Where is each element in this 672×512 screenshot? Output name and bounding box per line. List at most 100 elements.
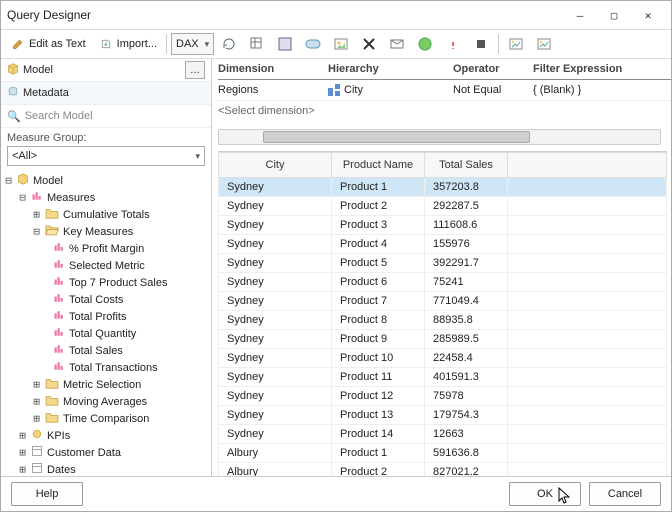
cell-product: Product 13 (332, 406, 425, 425)
cell-city: Sydney (219, 178, 332, 197)
table-row[interactable]: SydneyProduct 4155976 (219, 235, 667, 254)
cancel-button[interactable]: Cancel (589, 482, 661, 506)
table-row[interactable]: SydneyProduct 675241 (219, 273, 667, 292)
search-model[interactable]: 🔍 Search Model (1, 105, 211, 128)
table-row[interactable]: SydneyProduct 3111608.6 (219, 216, 667, 235)
toolbar-action-1[interactable] (216, 32, 242, 56)
minimize-button[interactable]: — (563, 5, 597, 25)
toolbar-view-1[interactable] (503, 32, 529, 56)
kpi-icon (31, 428, 43, 443)
collapse-icon[interactable]: ⊟ (17, 191, 28, 204)
filter-operator[interactable]: Not Equal (453, 84, 533, 96)
tree-item[interactable]: KPIs (46, 430, 70, 442)
filter-expression[interactable]: { (Blank) } (533, 84, 671, 96)
measure-group-select[interactable]: <All> ▾ (7, 146, 205, 166)
model-row[interactable]: Model … (1, 59, 211, 82)
cell-product: Product 10 (332, 349, 425, 368)
toolbar-delete[interactable] (356, 32, 382, 56)
table-row[interactable]: SydneyProduct 1357203.8 (219, 178, 667, 197)
toolbar-view-2[interactable] (531, 32, 557, 56)
tree-item[interactable]: Key Measures (62, 226, 133, 238)
table-row[interactable]: SydneyProduct 1022458.4 (219, 349, 667, 368)
tree-item[interactable]: Dates (46, 464, 76, 476)
folder-icon (45, 378, 59, 392)
table-row[interactable]: SydneyProduct 9285989.5 (219, 330, 667, 349)
expand-icon[interactable]: ⊞ (17, 446, 28, 459)
tree-item[interactable]: Metric Selection (62, 379, 141, 391)
play-icon (417, 36, 433, 52)
tree-item[interactable]: Moving Averages (62, 396, 147, 408)
ok-button[interactable]: OK (509, 482, 581, 506)
table-icon (31, 462, 43, 476)
cell-sales: 401591.3 (425, 368, 508, 387)
toolbar-action-6[interactable] (384, 32, 410, 56)
filter-hierarchy[interactable]: City (328, 84, 453, 96)
toolbar-run[interactable] (412, 32, 438, 56)
tree-leaf[interactable]: Total Profits (1, 308, 211, 325)
tree-item[interactable]: Time Comparison (62, 413, 149, 425)
cell-city: Sydney (219, 235, 332, 254)
toolbar-stop[interactable] (468, 32, 494, 56)
expand-icon[interactable]: ⊞ (31, 412, 42, 425)
tree-leaf[interactable]: Total Transactions (1, 359, 211, 376)
chevron-down-icon: ▾ (205, 39, 210, 50)
expand-icon[interactable]: ⊞ (31, 208, 42, 221)
table-row[interactable]: AlburyProduct 1591636.8 (219, 444, 667, 463)
expand-icon[interactable]: ⊞ (31, 378, 42, 391)
col-city[interactable]: City (219, 153, 332, 178)
model-tree[interactable]: ⊟ Model ⊟ Measures ⊞ Cumulative Totals (1, 170, 211, 476)
metadata-row[interactable]: Metadata (1, 82, 211, 105)
table-row[interactable]: SydneyProduct 11401591.3 (219, 368, 667, 387)
table-row[interactable]: SydneyProduct 1412663 (219, 425, 667, 444)
table-row[interactable]: SydneyProduct 5392291.7 (219, 254, 667, 273)
expand-icon[interactable]: ⊞ (31, 395, 42, 408)
image-icon (333, 36, 349, 52)
tree-leaf[interactable]: Top 7 Product Sales (1, 274, 211, 291)
help-button[interactable]: Help (11, 482, 83, 506)
expand-icon[interactable]: ⊞ (17, 429, 28, 442)
cell-city: Sydney (219, 425, 332, 444)
table-row[interactable]: SydneyProduct 2292287.5 (219, 197, 667, 216)
expand-icon[interactable]: ⊞ (17, 463, 28, 476)
toolbar-action-5[interactable] (328, 32, 354, 56)
table-icon (31, 445, 43, 460)
maximize-button[interactable]: ▢ (597, 5, 631, 25)
tree-leaf[interactable]: Total Quantity (1, 325, 211, 342)
col-product[interactable]: Product Name (332, 153, 425, 178)
toolbar-action-2[interactable] (244, 32, 270, 56)
import-icon (98, 36, 114, 52)
tree-item[interactable]: Cumulative Totals (62, 209, 150, 221)
edit-as-text-button[interactable]: Edit as Text (5, 32, 91, 56)
language-select[interactable]: DAX ▾ (171, 33, 214, 55)
measure-icon (53, 241, 65, 256)
cell-sales: 22458.4 (425, 349, 508, 368)
toolbar-action-4[interactable] (300, 32, 326, 56)
tree-item[interactable]: Customer Data (46, 447, 121, 459)
toolbar-warn[interactable] (440, 32, 466, 56)
table-row[interactable]: SydneyProduct 888935.8 (219, 311, 667, 330)
collapse-icon[interactable]: ⊟ (3, 174, 14, 187)
cell-city: Sydney (219, 330, 332, 349)
collapse-icon[interactable]: ⊟ (31, 225, 42, 238)
col-sales[interactable]: Total Sales (425, 153, 508, 178)
toolbar-action-3[interactable] (272, 32, 298, 56)
filter-row[interactable]: Regions City Not Equal { (Blank) } (218, 80, 671, 101)
table-row[interactable]: AlburyProduct 2827021.2 (219, 463, 667, 477)
filter-dimension[interactable]: Regions (218, 84, 328, 96)
close-button[interactable]: ✕ (631, 5, 665, 25)
tree-leaf[interactable]: Selected Metric (1, 257, 211, 274)
cell-product: Product 7 (332, 292, 425, 311)
import-button[interactable]: Import... (93, 32, 162, 56)
measure-icon (53, 326, 65, 341)
select-dimension-row[interactable]: <Select dimension> (218, 101, 671, 121)
tree-leaf[interactable]: % Profit Margin (1, 240, 211, 257)
model-label: Model (23, 64, 53, 76)
tree-leaf[interactable]: Total Sales (1, 342, 211, 359)
tree-leaf[interactable]: Total Costs (1, 291, 211, 308)
result-grid[interactable]: City Product Name Total Sales SydneyProd… (218, 151, 667, 476)
table-row[interactable]: SydneyProduct 7771049.4 (219, 292, 667, 311)
table-row[interactable]: SydneyProduct 1275978 (219, 387, 667, 406)
table-row[interactable]: SydneyProduct 13179754.3 (219, 406, 667, 425)
filter-h-scrollbar[interactable] (218, 129, 661, 145)
model-browse-button[interactable]: … (185, 61, 205, 79)
